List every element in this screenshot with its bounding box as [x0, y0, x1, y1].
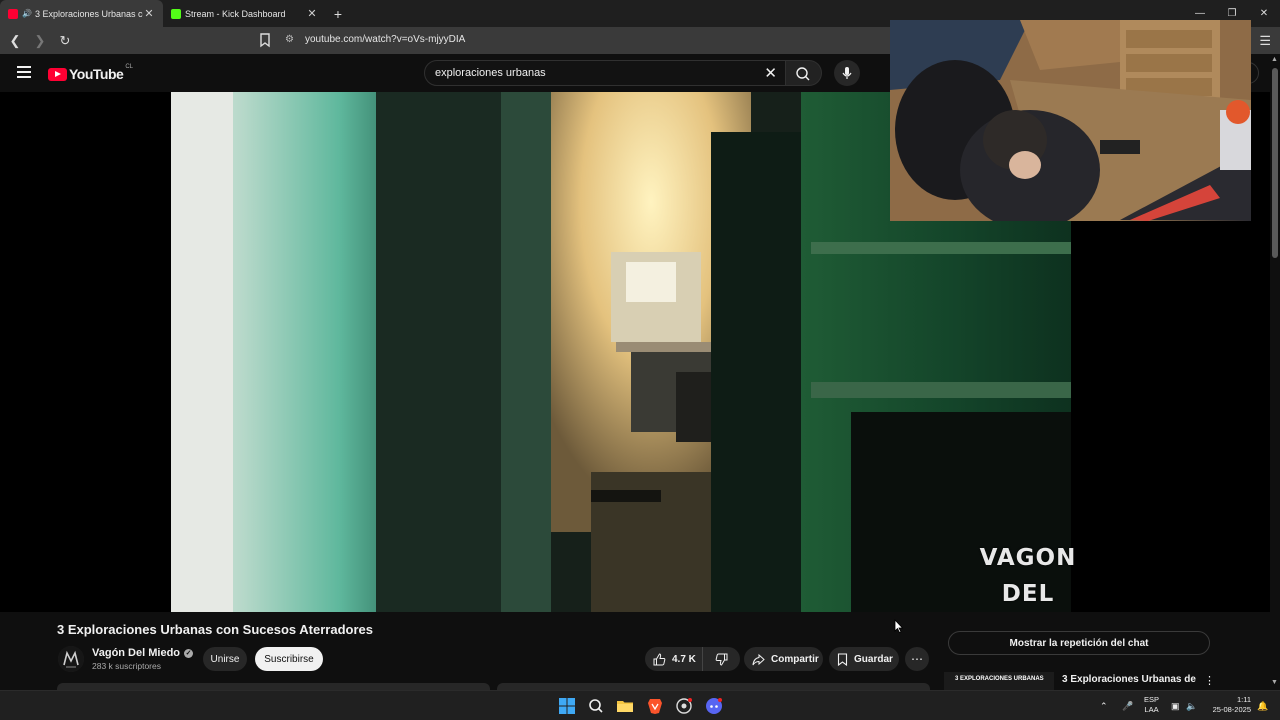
screen: 🔊 3 Exploraciones Urbanas con ✕ Stream -…	[0, 0, 1280, 720]
language-indicator[interactable]: ESP LAA	[1144, 695, 1159, 715]
voice-search-button[interactable]	[834, 60, 860, 86]
discord-icon[interactable]	[704, 696, 724, 716]
recommended-video-thumbnail[interactable]: 3 EXPLORACIONES URBANAS	[944, 672, 1054, 690]
like-count: 4.7 K	[672, 653, 696, 665]
guide-menu-icon[interactable]	[17, 66, 31, 78]
show-chat-replay-button[interactable]: Mostrar la repetición del chat	[948, 631, 1210, 655]
close-tab-icon[interactable]: ✕	[143, 7, 155, 20]
description-box[interactable]	[57, 683, 490, 690]
scroll-up-icon[interactable]: ▲	[1271, 56, 1278, 63]
streaming-app-icon[interactable]	[674, 696, 694, 716]
save-label: Guardar	[854, 653, 893, 665]
webcam-overlay	[890, 20, 1251, 221]
subscribe-button[interactable]: Suscribirse	[255, 647, 323, 671]
youtube-favicon-icon	[8, 8, 18, 19]
back-icon[interactable]: ❮	[5, 31, 25, 51]
microphone-icon	[842, 67, 852, 79]
notification-bell-icon[interactable]: 🔔	[1257, 691, 1268, 720]
youtube-logo-text: YouTube	[69, 66, 124, 82]
share-label: Compartir	[771, 653, 819, 665]
scroll-down-icon[interactable]: ▼	[1271, 679, 1278, 686]
channel-watermark: VAGON DEL MIEDO	[958, 540, 1098, 612]
watermark-line: VAGON	[979, 545, 1077, 571]
language-code: ESP	[1144, 695, 1160, 704]
volume-icon[interactable]: 🔈	[1186, 691, 1197, 720]
thumbs-down-icon	[715, 653, 727, 666]
tab-youtube[interactable]: 🔊 3 Exploraciones Urbanas con ✕	[0, 0, 163, 27]
thumbnail-text: 3 EXPLORACIONES URBANAS	[955, 676, 1044, 682]
forward-icon[interactable]: ❯	[30, 31, 50, 51]
windows-taskbar: ⌃ 🎤 ESP LAA ▣ 🔈 1:11 25-08-2025 🔔	[0, 690, 1280, 720]
taskbar-clock[interactable]: 1:11 25-08-2025	[1207, 695, 1251, 715]
save-button[interactable]: Guardar	[829, 647, 899, 671]
share-button[interactable]: Compartir	[744, 647, 823, 671]
recommended-video-title[interactable]: 3 Exploraciones Urbanas de	[1062, 674, 1196, 685]
video-title: 3 Exploraciones Urbanas con Sucesos Ater…	[57, 622, 373, 637]
youtube-logo[interactable]: YouTube CL	[48, 64, 133, 82]
country-code: CL	[125, 64, 133, 70]
like-button[interactable]: 4.7 K	[645, 647, 703, 671]
search-icon	[796, 67, 810, 81]
clock-time: 1:11	[1236, 695, 1251, 704]
channel-avatar[interactable]	[58, 646, 84, 672]
close-window-icon[interactable]: ✕	[1248, 0, 1280, 27]
youtube-play-logo-icon	[48, 67, 67, 81]
channel-name-text: Vagón Del Miedo	[92, 647, 181, 659]
keyboard-layout: LAA	[1144, 705, 1159, 714]
share-arrow-icon	[752, 653, 765, 665]
description-box-secondary	[497, 683, 930, 690]
join-button[interactable]: Unirse	[203, 647, 247, 671]
mouse-cursor-icon	[894, 619, 904, 633]
browser-menu-icon[interactable]: ☰	[1259, 33, 1271, 49]
dislike-button[interactable]	[703, 647, 739, 671]
bookmark-icon[interactable]	[258, 32, 272, 48]
clear-search-icon[interactable]: ✕	[764, 64, 777, 82]
bookmark-save-icon	[837, 652, 848, 666]
tray-microphone-icon[interactable]: 🎤	[1122, 691, 1133, 720]
windows-start-icon[interactable]	[557, 696, 577, 716]
close-tab-icon[interactable]: ✕	[306, 7, 318, 20]
search-input[interactable]: exploraciones urbanas ✕	[424, 60, 786, 86]
watermark-line: DEL MIEDO	[1001, 581, 1055, 607]
kick-favicon-icon	[171, 8, 181, 19]
brave-browser-icon[interactable]	[645, 696, 665, 716]
site-info-icon[interactable]: ⚙	[285, 34, 294, 45]
tab-title: 3 Exploraciones Urbanas con	[34, 8, 143, 19]
recommended-more-icon[interactable]: ⋮	[1204, 674, 1215, 687]
taskbar-search-icon[interactable]	[586, 696, 606, 716]
search-button[interactable]	[786, 60, 822, 86]
new-tab-button[interactable]: +	[326, 0, 350, 27]
clock-date: 25-08-2025	[1212, 705, 1251, 714]
search-query: exploraciones urbanas	[435, 67, 546, 79]
channel-name[interactable]: Vagón Del Miedo ✓	[92, 647, 194, 659]
more-actions-icon[interactable]: ⋯	[905, 647, 929, 671]
tab-title: Stream - Kick Dashboard	[185, 8, 286, 19]
speaker-icon[interactable]: 🔊	[22, 9, 32, 18]
address-bar[interactable]: youtube.com/watch?v=oVs-mjyyDIA	[305, 34, 465, 45]
like-dislike-group: 4.7 K	[645, 647, 740, 671]
network-icon[interactable]: ▣	[1171, 691, 1180, 720]
subscriber-count: 283 k suscriptores	[92, 661, 161, 671]
tab-kick-dashboard[interactable]: Stream - Kick Dashboard ✕	[163, 0, 326, 27]
file-explorer-icon[interactable]	[615, 696, 635, 716]
verified-check-icon: ✓	[184, 648, 194, 658]
reload-icon[interactable]: ↻	[55, 31, 75, 51]
thumbs-up-icon	[653, 652, 666, 665]
scrollbar-thumb[interactable]	[1272, 68, 1278, 258]
tray-overflow-icon[interactable]: ⌃	[1100, 691, 1108, 720]
